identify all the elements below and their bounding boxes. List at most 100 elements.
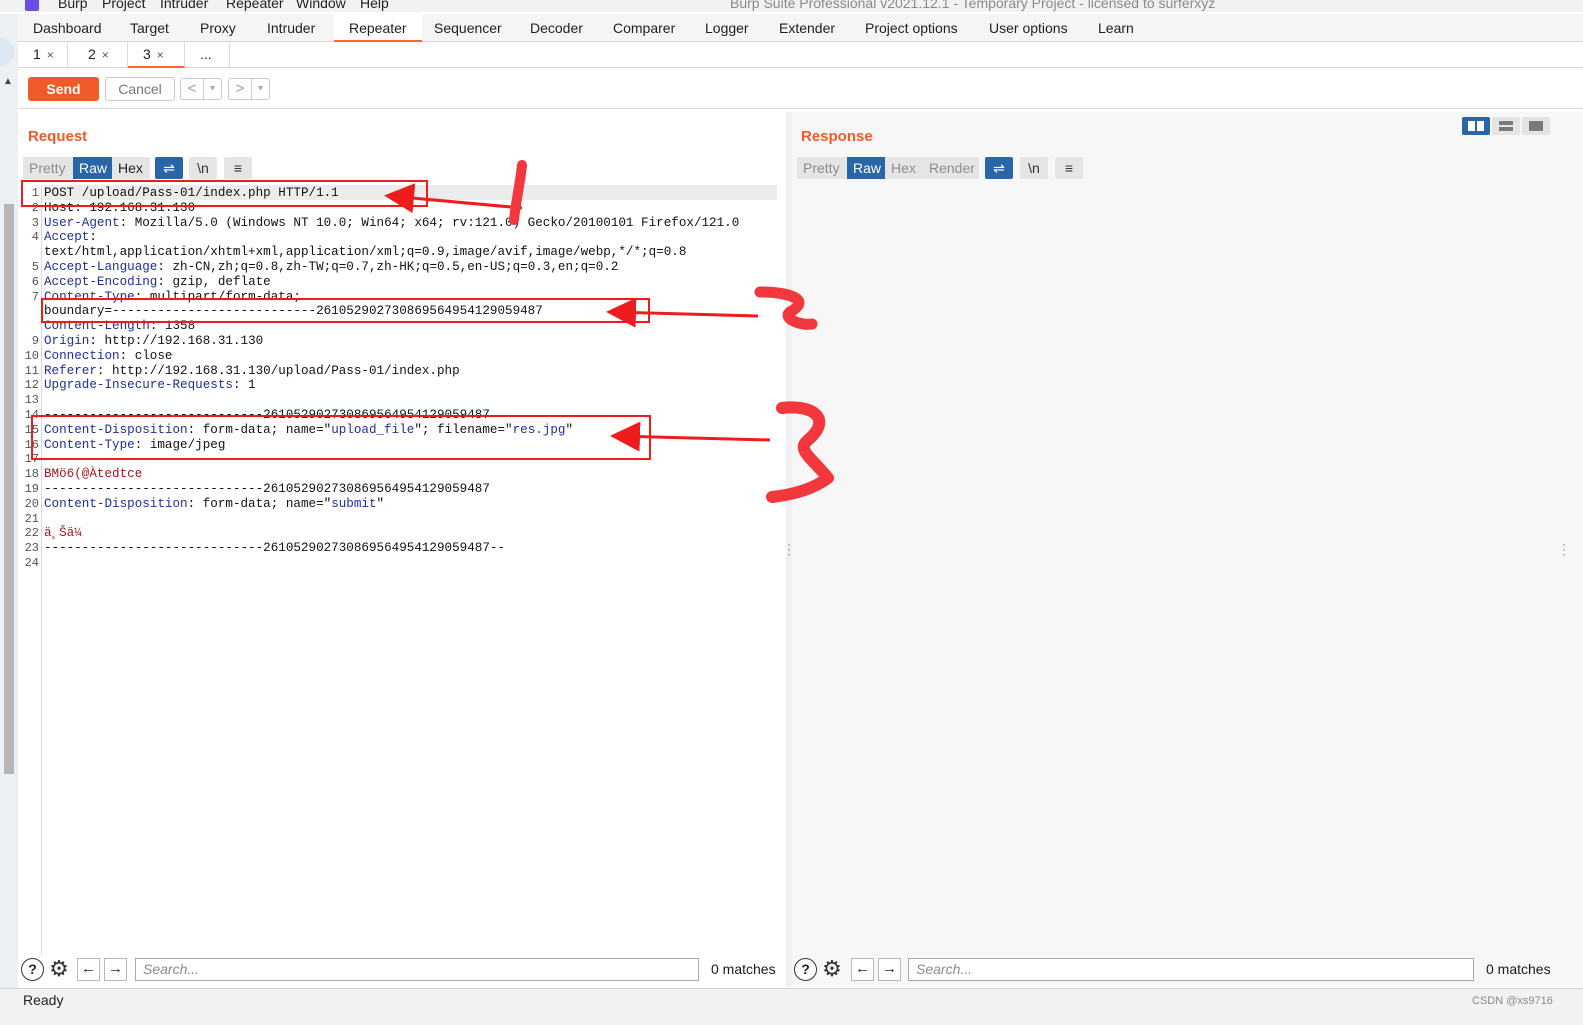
code-token: Accept-Encoding [44,274,158,289]
line-number: 18 [24,467,39,482]
response-prev-match-icon[interactable]: ← [851,958,874,981]
main-tabs: Dashboard Target Proxy Intruder Repeater… [18,14,1583,42]
scroll-up-icon[interactable]: ▲ [3,76,13,87]
request-settings-icon[interactable]: ⚙ [47,958,71,982]
tab-target[interactable]: Target [115,14,184,42]
response-tab-render[interactable]: Render [923,157,979,179]
menu-repeater[interactable]: Repeater [226,0,284,11]
tab-sequencer[interactable]: Sequencer [419,14,517,42]
response-help-icon[interactable]: ? [794,958,817,981]
left-scrollbar[interactable] [4,204,14,774]
close-icon[interactable]: × [102,48,109,62]
line-number: 9 [31,334,39,348]
back-dropdown-icon[interactable]: ▾ [203,79,221,99]
response-search-input[interactable]: Search... [908,958,1474,981]
close-icon[interactable]: × [47,48,54,62]
menu-project[interactable]: Project [102,0,146,11]
menu-window[interactable]: Window [296,0,346,11]
line-number: 10 [24,348,39,363]
tab-extender[interactable]: Extender [764,14,850,42]
request-tab-raw[interactable]: Raw [73,157,112,179]
tab-logger[interactable]: Logger [690,14,764,42]
layout-stacked-icon[interactable] [1492,117,1520,135]
repeater-tab-3[interactable]: 3 × [128,42,185,68]
repeater-tab-1[interactable]: 1 × [18,42,68,68]
window-title: Burp Suite Professional v2021.12.1 - Tem… [730,0,1216,11]
forward-arrow-icon[interactable]: > [229,79,251,99]
response-wrap-icon[interactable]: ⇌ [985,157,1013,179]
cancel-button[interactable]: Cancel [105,77,175,101]
response-match-count: 0 matches [1486,961,1551,977]
response-tab-raw[interactable]: Raw [847,157,885,179]
close-icon[interactable]: × [157,48,164,62]
code-token: Accept-Language [44,260,158,274]
request-title: Request [28,128,88,145]
layout-side-by-side-icon[interactable] [1462,117,1490,135]
back-nav[interactable]: < ▾ [180,78,222,100]
line-number: 21 [24,511,39,526]
annotation-box-2 [41,298,650,323]
menu-burp[interactable]: Burp [58,0,88,11]
code-token: " [376,496,385,511]
back-arrow-icon[interactable]: < [181,79,203,99]
tab-comparer[interactable]: Comparer [598,14,690,42]
code-line: Accept-Language: zh-CN,zh;q=0.8,zh-TW;q=… [44,260,618,275]
request-wrap-icon[interactable]: ⇌ [155,157,183,179]
line-number: 19 [24,482,39,496]
tab-learn[interactable]: Learn [1083,14,1149,42]
code-line: Origin: http://192.168.31.130 [44,334,263,349]
line-number: 24 [24,556,39,570]
response-title: Response [801,128,873,145]
request-search-input[interactable]: Search... [135,958,699,981]
code-line: Accept: [44,230,97,245]
tab-user-options[interactable]: User options [974,14,1083,42]
code-token: : 1 [232,378,256,393]
code-line: -----------------------------26105290273… [44,482,490,497]
request-next-match-icon[interactable]: → [104,958,127,981]
tab-proxy[interactable]: Proxy [185,14,251,42]
menu-intruder[interactable]: Intruder [160,0,208,11]
code-line: Connection: close [44,349,172,364]
tab-dashboard[interactable]: Dashboard [18,14,117,42]
forward-nav[interactable]: > ▾ [228,78,270,100]
request-help-icon[interactable]: ? [21,958,44,981]
response-settings-icon[interactable]: ⚙ [820,958,844,982]
request-tab-pretty[interactable]: Pretty [23,157,73,179]
response-next-match-icon[interactable]: → [878,958,901,981]
tab-project-options[interactable]: Project options [850,14,973,42]
request-menu-icon[interactable]: ≡ [224,157,252,179]
code-line: -----------------------------26105290273… [44,541,505,556]
code-token: : http://192.168.31.130/upload/Pass-01/i… [96,363,460,378]
response-tab-hex[interactable]: Hex [885,157,923,179]
code-line: Upgrade-Insecure-Requests: 1 [44,378,256,393]
repeater-tab-2[interactable]: 2 × [73,42,128,68]
code-token: BMö6(@Àtedtce [44,467,143,482]
forward-dropdown-icon[interactable]: ▾ [251,79,269,99]
response-menu-icon[interactable]: ≡ [1055,157,1083,179]
annotation-box-3 [31,415,651,460]
burp-logo-icon [25,0,39,11]
response-panel: · · · [792,112,1583,987]
menu-help[interactable]: Help [360,0,389,11]
layout-tabs-icon[interactable] [1522,117,1550,135]
status-text: Ready [23,992,64,1008]
code-token: : form-data; name=" [187,496,332,511]
code-token: Upgrade-Insecure-Requests [44,378,233,393]
send-button[interactable]: Send [28,77,99,101]
tab-intruder[interactable]: Intruder [252,14,330,42]
request-prev-match-icon[interactable]: ← [77,958,100,981]
response-newline-icon[interactable]: \n [1020,157,1048,179]
repeater-tab-more[interactable]: ... [185,42,230,68]
code-line: BMö6(@Àtedtce [44,467,142,482]
line-number: 5 [31,260,39,274]
code-token: : Mozilla/5.0 (Windows NT 10.0; Win64; x… [119,215,740,230]
line-number: 13 [24,393,39,408]
response-tab-pretty[interactable]: Pretty [797,157,847,179]
request-tab-hex[interactable]: Hex [112,157,150,179]
tab-decoder[interactable]: Decoder [515,14,598,42]
line-number: 22 [24,526,39,541]
code-line: Content-Disposition: form-data; name="su… [44,497,384,512]
line-number: 11 [24,363,39,378]
request-newline-icon[interactable]: \n [189,157,217,179]
tab-repeater[interactable]: Repeater [334,14,422,42]
